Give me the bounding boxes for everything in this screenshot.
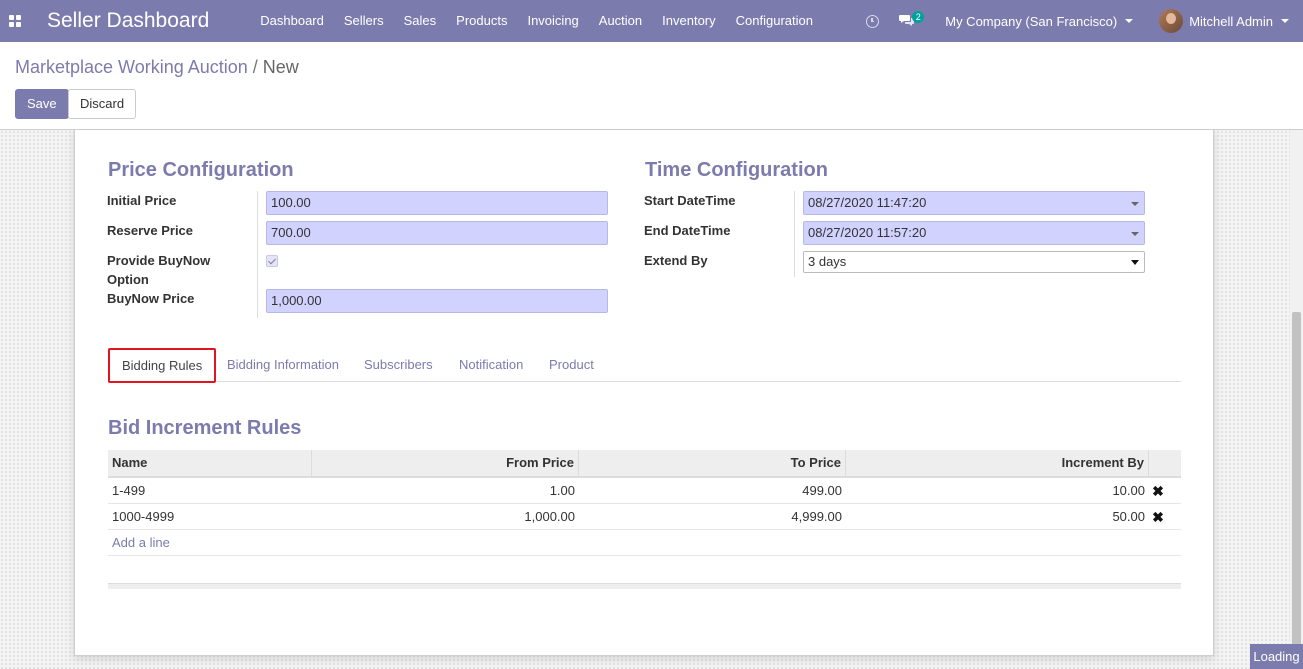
buynow-option-label-line1: Provide BuyNow	[107, 253, 211, 268]
cell-to-price[interactable]: 4,999.00	[579, 504, 846, 529]
reserve-price-label: Reserve Price	[107, 223, 194, 238]
table-header: Name From Price To Price Increment By	[108, 450, 1181, 478]
buynow-price-label: BuyNow Price	[107, 291, 195, 306]
start-datetime-input[interactable]: 08/27/2020 11:47:20	[803, 191, 1145, 215]
company-switcher[interactable]: My Company (San Francisco)	[945, 13, 1134, 29]
table-row[interactable]: 1-499 1.00 499.00 10.00 ✖	[108, 478, 1181, 504]
provide-buynow-checkbox[interactable]	[266, 255, 278, 267]
table-footer	[108, 583, 1181, 589]
tab-bidding-rules[interactable]: Bidding Rules	[108, 348, 217, 383]
caret-down-icon	[1125, 19, 1134, 23]
cell-to-price[interactable]: 499.00	[579, 478, 846, 503]
breadcrumb-separator: /	[252, 57, 258, 77]
bid-increment-rules-title: Bid Increment Rules	[108, 417, 302, 439]
cell-from-price[interactable]: 1,000.00	[312, 504, 579, 529]
main-menu: Dashboard Sellers Sales Products Invoici…	[250, 0, 823, 42]
menu-item-invoicing[interactable]: Invoicing	[517, 0, 588, 42]
initial-price-input[interactable]: 100.00	[266, 191, 608, 215]
breadcrumb-parent-link[interactable]: Marketplace Working Auction	[15, 57, 248, 77]
activity-clock-icon[interactable]	[866, 14, 880, 28]
top-navbar: Seller Dashboard Dashboard Sellers Sales…	[0, 0, 1303, 42]
form-content-area: Price Configuration Initial Price Reserv…	[0, 130, 1290, 669]
start-datetime-label: Start DateTime	[644, 193, 736, 208]
buynow-option-label-line2: Option	[107, 272, 149, 287]
end-datetime-label: End DateTime	[644, 223, 731, 238]
reserve-price-input[interactable]: 700.00	[266, 221, 608, 245]
extend-by-select[interactable]: 3 days	[803, 251, 1145, 273]
field-separator	[794, 191, 795, 277]
chat-count-badge: 2	[912, 11, 925, 23]
price-configuration-title: Price Configuration	[108, 159, 294, 181]
cell-from-price[interactable]: 1.00	[312, 478, 579, 503]
cell-name[interactable]: 1-499	[108, 478, 312, 503]
tab-product[interactable]: Product	[537, 347, 606, 382]
messaging-menu[interactable]: 2	[899, 11, 925, 31]
end-datetime-input[interactable]: 08/27/2020 11:57:20	[803, 221, 1145, 245]
menu-item-dashboard[interactable]: Dashboard	[250, 0, 334, 42]
scrollbar-thumb[interactable]	[1292, 312, 1301, 669]
menu-item-sellers[interactable]: Sellers	[334, 0, 394, 42]
menu-item-products[interactable]: Products	[446, 0, 517, 42]
company-name: My Company (San Francisco)	[945, 13, 1118, 29]
extend-by-label: Extend By	[644, 253, 708, 268]
column-header-to-price[interactable]: To Price	[579, 450, 846, 476]
cell-name[interactable]: 1000-4999	[108, 504, 312, 529]
save-button[interactable]: Save	[15, 89, 69, 119]
breadcrumb: Marketplace Working Auction / New	[15, 57, 299, 78]
add-a-line-link[interactable]: Add a line	[108, 530, 312, 555]
menu-item-configuration[interactable]: Configuration	[726, 0, 823, 42]
buynow-price-input[interactable]: 1,000.00	[266, 289, 608, 313]
tab-bidding-information[interactable]: Bidding Information	[215, 347, 351, 382]
user-avatar	[1159, 9, 1184, 33]
vertical-scrollbar[interactable]	[1290, 130, 1303, 669]
add-line-row: Add a line	[108, 530, 1181, 556]
app-brand-title: Seller Dashboard	[47, 9, 210, 32]
user-name: Mitchell Admin	[1189, 13, 1273, 29]
table-row[interactable]: 1000-4999 1,000.00 4,999.00 50.00 ✖	[108, 504, 1181, 530]
column-header-name[interactable]: Name	[108, 450, 312, 476]
discard-button[interactable]: Discard	[68, 89, 137, 119]
time-configuration-title: Time Configuration	[645, 159, 828, 181]
cell-increment-by[interactable]: 50.00	[846, 504, 1149, 529]
tab-subscribers[interactable]: Subscribers	[352, 347, 445, 382]
loading-indicator: Loading	[1250, 644, 1303, 669]
control-panel: Marketplace Working Auction / New Save Dis…	[0, 42, 1303, 130]
column-header-from-price[interactable]: From Price	[312, 450, 579, 476]
navbar-systray: 2 My Company (San Francisco) Mitchell Ad…	[866, 0, 1303, 42]
cell-increment-by[interactable]: 10.00	[846, 478, 1149, 503]
breadcrumb-current: New	[262, 57, 299, 77]
delete-row-icon[interactable]: ✖	[1151, 510, 1165, 524]
bid-increment-rules-table: Name From Price To Price Increment By 1-…	[108, 450, 1181, 556]
caret-down-icon	[1281, 19, 1289, 23]
apps-menu-icon[interactable]	[0, 0, 30, 42]
menu-item-auction[interactable]: Auction	[589, 0, 652, 42]
menu-item-inventory[interactable]: Inventory	[652, 0, 725, 42]
field-separator	[257, 191, 258, 318]
tab-notification[interactable]: Notification	[447, 347, 535, 382]
initial-price-label: Initial Price	[107, 193, 177, 208]
menu-item-sales[interactable]: Sales	[394, 0, 447, 42]
delete-row-icon[interactable]: ✖	[1151, 484, 1165, 498]
form-sheet: Price Configuration Initial Price Reserv…	[74, 130, 1214, 656]
column-header-increment-by[interactable]: Increment By	[846, 450, 1149, 476]
user-menu[interactable]: Mitchell Admin	[1159, 9, 1289, 33]
